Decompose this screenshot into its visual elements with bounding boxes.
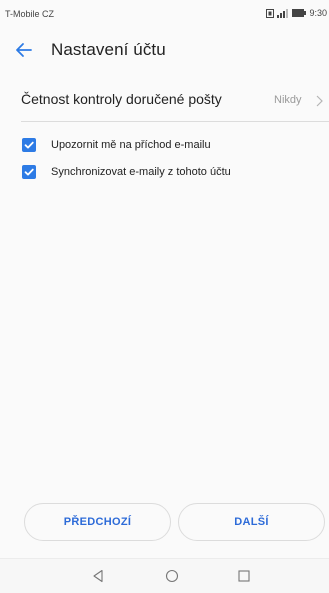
title-bar: Nastavení účtu <box>0 30 329 70</box>
battery-icon <box>292 9 307 17</box>
carrier-name: T-Mobile CZ <box>5 9 55 19</box>
status-icons: 9:30 <box>266 8 327 18</box>
divider <box>21 121 329 122</box>
sync-email-option[interactable]: Synchronizovat e-maily z tohoto účtu <box>22 162 322 182</box>
page-title: Nastavení účtu <box>51 40 166 59</box>
check-frequency-value: Nikdy <box>274 94 302 106</box>
arrow-left-icon[interactable] <box>14 40 34 60</box>
notify-email-label: Upozornit mě na příchod e-mailu <box>51 139 211 151</box>
nfc-icon <box>266 8 275 18</box>
check-frequency-label: Četnost kontroly doručené pošty <box>21 91 222 107</box>
triangle-back-icon[interactable] <box>91 569 105 583</box>
checkmark-icon <box>24 141 34 149</box>
chevron-right-icon <box>316 95 323 107</box>
clock: 9:30 <box>309 8 327 18</box>
notify-email-option[interactable]: Upozornit mě na příchod e-mailu <box>22 135 322 155</box>
status-bar: T-Mobile CZ 9:30 <box>0 0 329 26</box>
checkmark-icon <box>24 168 34 176</box>
sync-email-label: Synchronizovat e-maily z tohoto účtu <box>51 166 231 178</box>
square-recent-icon[interactable] <box>237 569 251 583</box>
notify-email-checkbox[interactable] <box>22 138 36 152</box>
signal-icon <box>277 8 289 18</box>
previous-button[interactable]: PŘEDCHOZÍ <box>24 503 171 541</box>
navigation-bar <box>0 558 329 593</box>
sync-email-checkbox[interactable] <box>22 165 36 179</box>
next-button[interactable]: DALŠÍ <box>178 503 325 541</box>
check-frequency-setting[interactable]: Četnost kontroly doručené pošty Nikdy <box>0 84 329 118</box>
circle-home-icon[interactable] <box>165 569 179 583</box>
